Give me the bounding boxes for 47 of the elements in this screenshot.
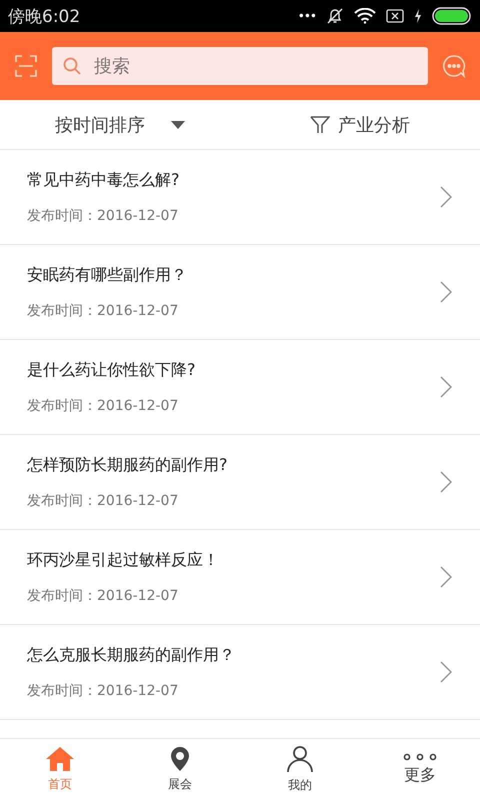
chevron-right-icon [440,281,452,303]
notification-dots: ••• [298,9,316,23]
article-item[interactable]: 怎么克服长期服药的副作用？ 发布时间：2016-12-07 [0,625,480,720]
charging-icon [414,9,422,23]
chevron-right-icon [440,471,452,493]
article-date: 发布时间：2016-12-07 [27,492,180,510]
status-time: 傍晚6:02 [8,6,80,28]
industry-analysis-button[interactable]: 产业分析 [240,100,480,149]
chevron-right-icon [440,661,452,683]
article-title: 常见中药中毒怎么解? [27,170,180,190]
chevron-right-icon [440,186,452,208]
sim-card-icon [386,9,404,23]
article-item[interactable]: 常见中药中毒怎么解? 发布时间：2016-12-07 [0,150,480,245]
article-title: 是什么药让你性欲下降? [27,360,196,380]
person-icon [286,745,314,773]
caret-icon [171,120,185,128]
article-item[interactable]: 怎样预防长期服药的副作用? 发布时间：2016-12-07 [0,435,480,530]
article-title: 环丙沙星引起过敏样反应！ [27,550,220,570]
article-item[interactable]: 是什么药让你性欲下降? 发布时间：2016-12-07 [0,340,480,435]
article-date: 发布时间：2016-12-07 [27,302,180,320]
chevron-right-icon [440,376,452,398]
house-icon [45,746,75,772]
search-input[interactable]: 搜索 [92,54,418,78]
search-field[interactable]: 搜索 [52,47,428,85]
battery-icon [432,7,472,25]
tab[interactable]: 我的 [240,739,360,800]
more-dots-icon [403,753,437,761]
article-date: 发布时间：2016-12-07 [27,586,180,604]
chat-icon[interactable] [442,54,466,78]
tab[interactable]: 展会 [120,739,240,800]
filter-icon [310,114,330,134]
article-date: 发布时间：2016-12-07 [27,396,180,414]
location-pin-icon [170,746,190,772]
scan-icon[interactable] [14,54,38,78]
wifi-icon [354,8,376,24]
chevron-right-icon [440,566,452,588]
article-title: 安眠药有哪些副作用？ [27,264,188,286]
article-item[interactable]: 安眠药有哪些副作用？ 发布时间：2016-12-07 [0,245,480,340]
article-title: 怎样预防长期服药的副作用? [27,454,228,476]
article-item[interactable]: 环丙沙星引起过敏样反应！ 发布时间：2016-12-07 [0,530,480,625]
article-date: 发布时间：2016-12-07 [27,682,180,700]
sort-dropdown[interactable]: 按时间排序 [0,100,240,149]
search-icon [62,56,82,76]
tab[interactable]: 更多 [360,739,480,800]
bell-muted-icon [326,7,344,25]
article-date: 发布时间：2016-12-07 [27,206,180,224]
article-title: 怎么克服长期服药的副作用？ [27,644,236,666]
